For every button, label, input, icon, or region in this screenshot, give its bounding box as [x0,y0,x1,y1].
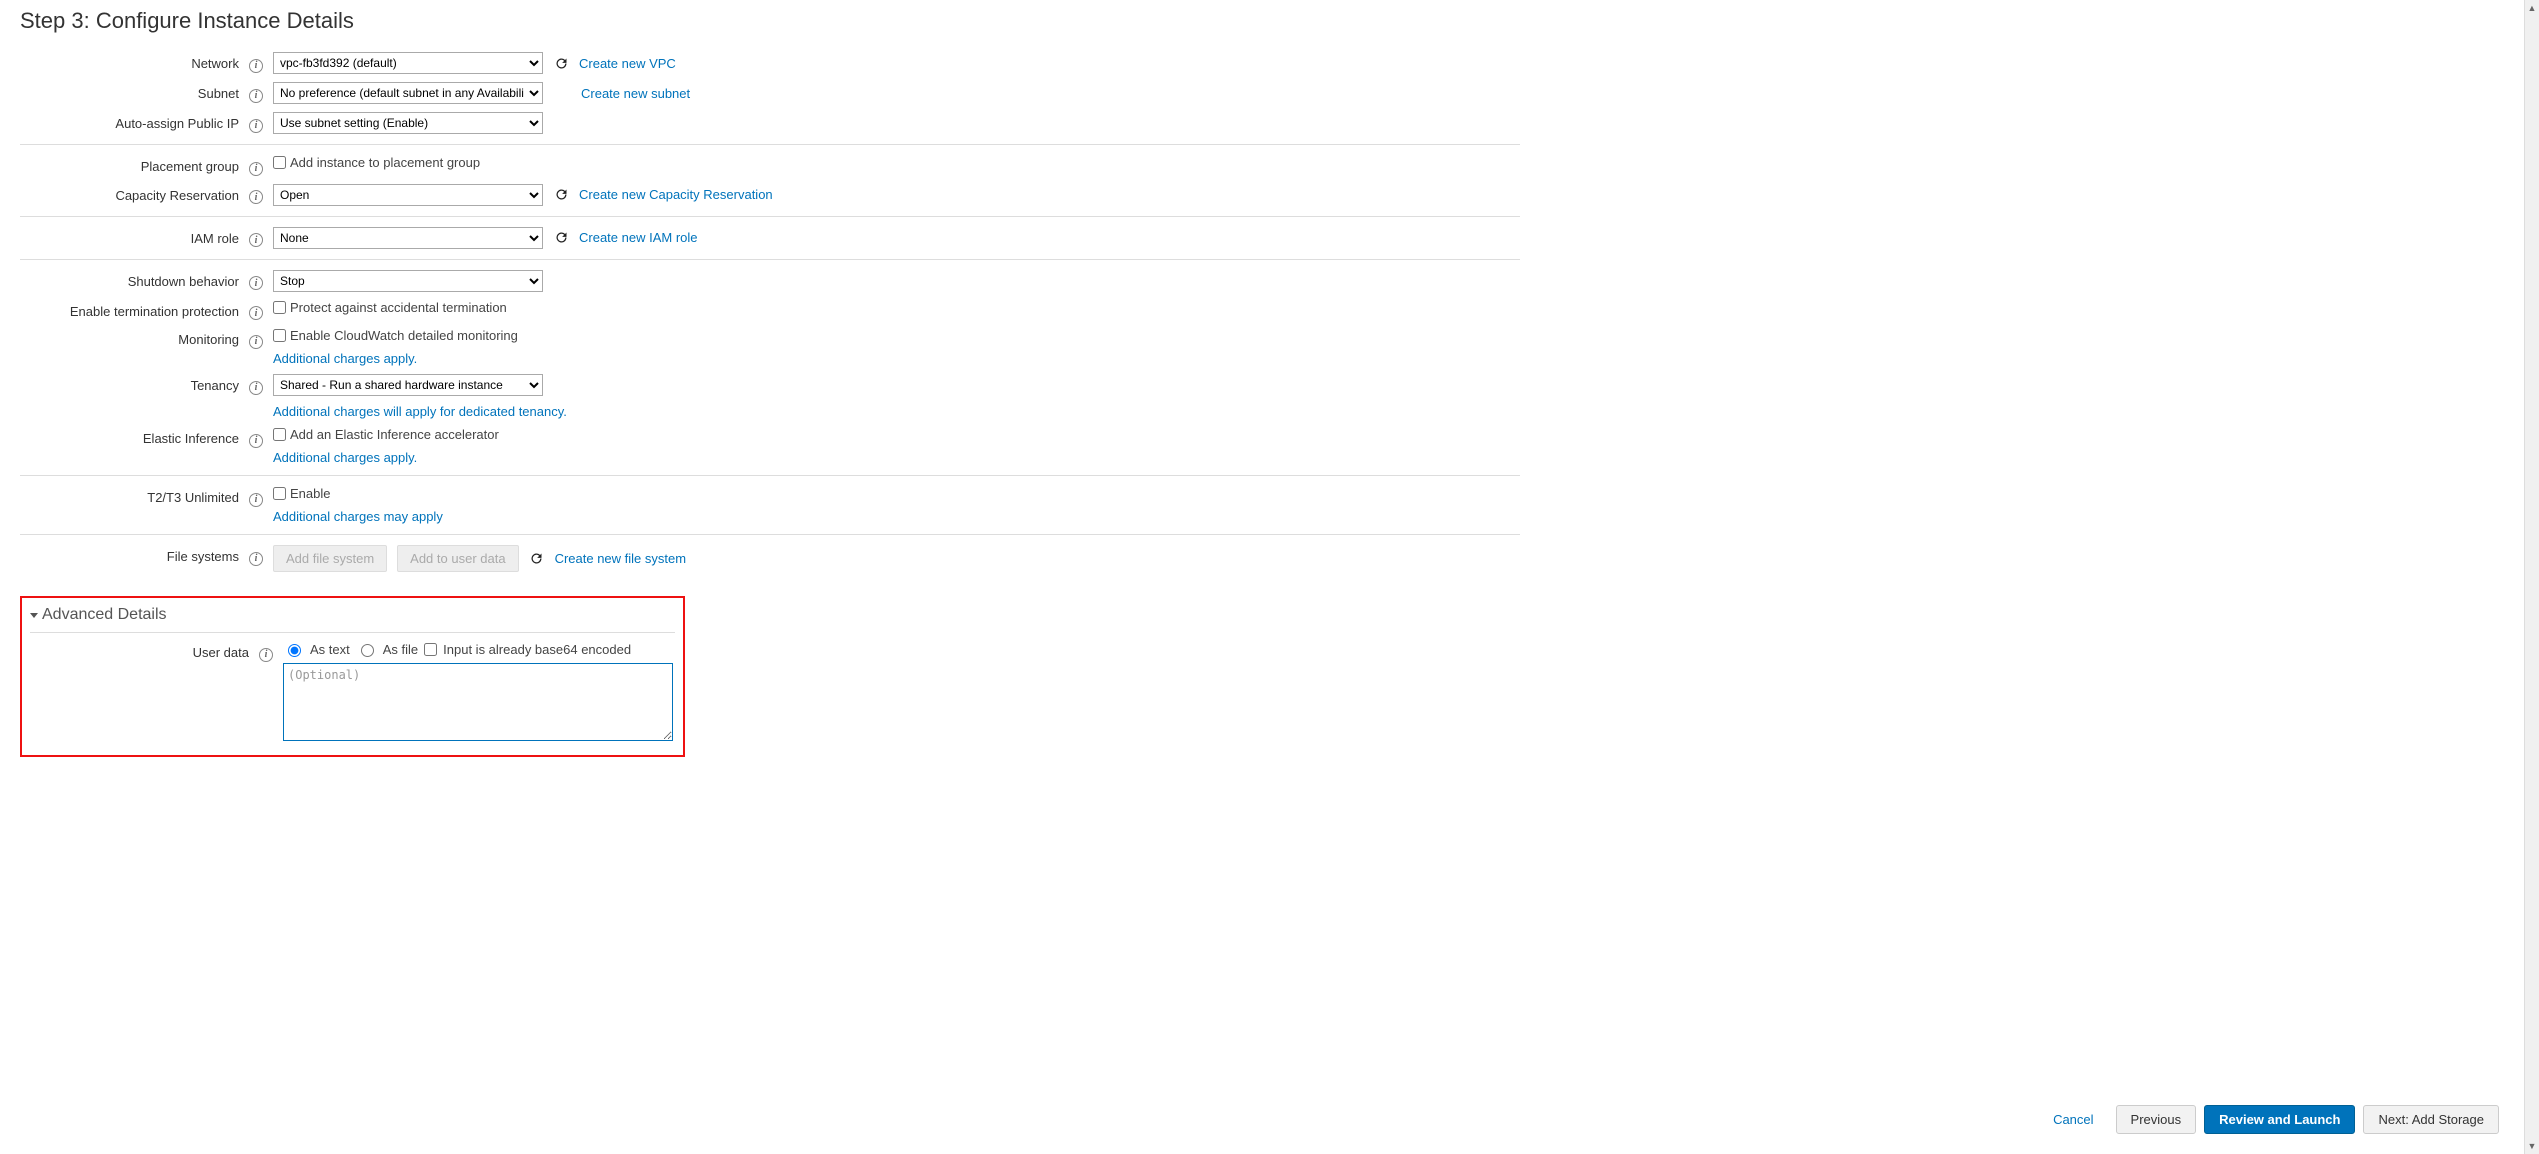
info-icon[interactable]: i [249,276,263,290]
placement-cb-label: Add instance to placement group [290,155,480,170]
monitoring-label: Monitoring [20,328,245,347]
scroll-up-icon[interactable]: ▲ [2525,0,2539,16]
userdata-as-file-radio[interactable] [361,644,374,657]
monitoring-checkbox[interactable] [273,329,286,342]
refresh-icon[interactable] [529,551,545,567]
tenancy-charges-link[interactable]: Additional charges will apply for dedica… [273,404,567,419]
cancel-button[interactable]: Cancel [2039,1106,2107,1133]
next-add-storage-button[interactable]: Next: Add Storage [2363,1105,2499,1134]
create-subnet-link[interactable]: Create new subnet [581,86,690,101]
info-icon[interactable]: i [249,59,263,73]
advanced-details-header[interactable]: Advanced Details [30,602,675,633]
autoip-label: Auto-assign Public IP [20,112,245,131]
create-vpc-link[interactable]: Create new VPC [579,56,676,71]
info-icon[interactable]: i [249,190,263,204]
iam-select[interactable]: None [273,227,543,249]
elastic-checkbox[interactable] [273,428,286,441]
userdata-as-text-radio[interactable] [288,644,301,657]
subnet-label: Subnet [20,82,245,101]
info-icon[interactable]: i [249,335,263,349]
t2t3-label: T2/T3 Unlimited [20,486,245,505]
shutdown-label: Shutdown behavior [20,270,245,289]
scrollbar[interactable]: ▲ ▼ [2524,0,2539,1154]
previous-button[interactable]: Previous [2116,1105,2197,1134]
info-icon[interactable]: i [259,648,273,662]
monitoring-charges-link[interactable]: Additional charges apply. [273,351,417,366]
userdata-base64-label: Input is already base64 encoded [443,642,631,657]
t2t3-cb-label: Enable [290,486,330,501]
monitoring-cb-label: Enable CloudWatch detailed monitoring [290,328,518,343]
info-icon[interactable]: i [249,119,263,133]
autoip-select[interactable]: Use subnet setting (Enable) [273,112,543,134]
scroll-down-icon[interactable]: ▼ [2525,1138,2539,1154]
info-icon[interactable]: i [249,493,263,507]
network-select[interactable]: vpc-fb3fd392 (default) [273,52,543,74]
termprotect-label: Enable termination protection [20,300,245,319]
shutdown-select[interactable]: Stop [273,270,543,292]
capacity-label: Capacity Reservation [20,184,245,203]
userdata-base64-checkbox[interactable] [424,643,437,656]
subnet-select[interactable]: No preference (default subnet in any Ava… [273,82,543,104]
refresh-icon[interactable] [553,187,569,203]
elastic-cb-label: Add an Elastic Inference accelerator [290,427,499,442]
t2t3-checkbox[interactable] [273,487,286,500]
termprotect-checkbox[interactable] [273,301,286,314]
network-label: Network [20,52,245,71]
placement-label: Placement group [20,155,245,174]
userdata-as-file-label: As file [383,642,418,657]
info-icon[interactable]: i [249,233,263,247]
add-file-system-button: Add file system [273,545,387,572]
iam-label: IAM role [20,227,245,246]
info-icon[interactable]: i [249,306,263,320]
termprotect-cb-label: Protect against accidental termination [290,300,507,315]
review-launch-button[interactable]: Review and Launch [2204,1105,2355,1134]
userdata-as-text-label: As text [310,642,350,657]
placement-checkbox[interactable] [273,156,286,169]
refresh-icon[interactable] [553,55,569,71]
info-icon[interactable]: i [249,552,263,566]
create-file-system-link[interactable]: Create new file system [555,551,687,566]
t2t3-charges-link[interactable]: Additional charges may apply [273,509,443,524]
add-to-user-data-button: Add to user data [397,545,518,572]
create-iam-link[interactable]: Create new IAM role [579,230,698,245]
elastic-label: Elastic Inference [20,427,245,446]
info-icon[interactable]: i [249,381,263,395]
create-capacity-link[interactable]: Create new Capacity Reservation [579,187,773,202]
wizard-footer: Cancel Previous Review and Launch Next: … [2039,1105,2499,1134]
info-icon[interactable]: i [249,434,263,448]
tenancy-label: Tenancy [20,374,245,393]
info-icon[interactable]: i [249,162,263,176]
elastic-charges-link[interactable]: Additional charges apply. [273,450,417,465]
step-title: Step 3: Configure Instance Details [20,8,1520,34]
caret-down-icon [30,613,38,618]
capacity-select[interactable]: Open [273,184,543,206]
refresh-icon[interactable] [553,230,569,246]
tenancy-select[interactable]: Shared - Run a shared hardware instance [273,374,543,396]
userdata-label: User data [30,641,255,660]
filesys-label: File systems [20,545,245,564]
info-icon[interactable]: i [249,89,263,103]
advanced-details-section: Advanced Details User data i As text As … [20,596,685,757]
userdata-textarea[interactable] [283,663,673,741]
advanced-details-title: Advanced Details [42,606,167,624]
